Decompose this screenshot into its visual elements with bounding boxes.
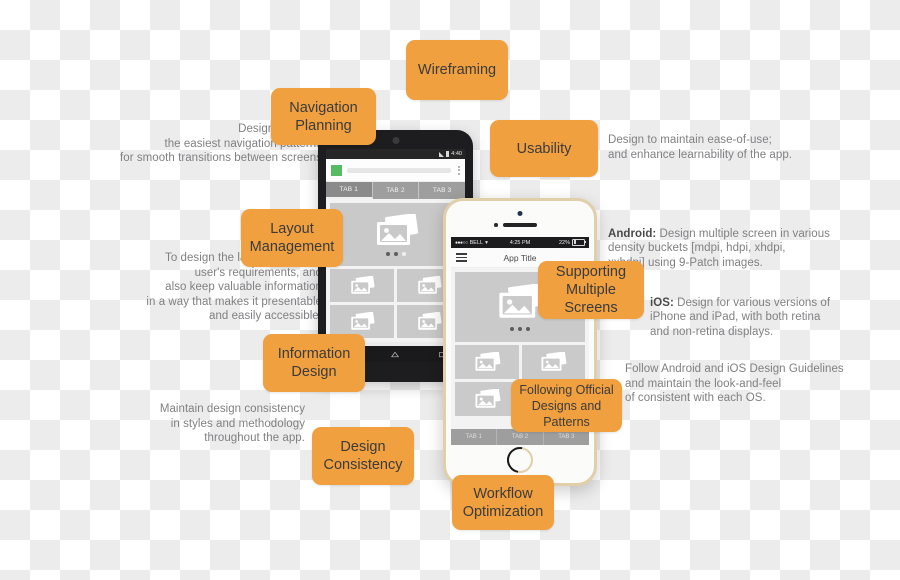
battery-icon: [572, 238, 587, 247]
android-clock: 4:40: [451, 151, 462, 157]
grid-cell[interactable]: [330, 269, 394, 302]
search-input[interactable]: [347, 167, 451, 173]
grid-cell[interactable]: [455, 345, 519, 379]
badge-design-consistency[interactable]: Design Consistency: [312, 427, 414, 485]
carrier-name: BELL: [469, 239, 484, 246]
image-placeholder-icon: [351, 276, 375, 294]
home-icon[interactable]: [390, 350, 400, 359]
iphone-tab-1[interactable]: TAB 1: [451, 429, 498, 445]
image-placeholder-icon: [418, 312, 442, 330]
hamburger-menu-icon[interactable]: [456, 253, 467, 262]
badge-information-design[interactable]: Information Design: [263, 334, 365, 392]
grid-cell[interactable]: [455, 382, 519, 416]
caption-ios-label: iOS:: [650, 296, 674, 309]
battery-percent: 22%: [559, 239, 571, 246]
iphone-clock: 4:25 PM: [509, 239, 531, 246]
android-image-grid: [330, 269, 461, 338]
iphone-front-camera: [517, 211, 523, 216]
iphone-status-bar: ●●●○○ BELL ▾ 4:25 PM 22%: [451, 237, 589, 248]
battery-indicator: 22%: [530, 238, 587, 247]
caption-ios: iOS: Design for various versions of iPho…: [650, 281, 850, 339]
caption-android: Android: Design multiple screen in vario…: [608, 212, 838, 270]
signal-icon: [439, 151, 445, 157]
android-front-camera: [392, 137, 399, 144]
iphone-home-button[interactable]: [507, 447, 533, 473]
android-tab-bar[interactable]: TAB 1 TAB 2 TAB 3: [326, 182, 465, 199]
caption-design-consistency: Maintain design consistency in styles an…: [159, 403, 305, 444]
iphone-sensor: [494, 223, 498, 227]
android-tab-2[interactable]: TAB 2: [373, 182, 420, 199]
badge-navigation-planning[interactable]: Navigation Planning: [271, 88, 376, 145]
image-placeholder-icon: [541, 352, 567, 371]
grid-cell[interactable]: [521, 345, 585, 379]
image-placeholder-icon: [475, 352, 501, 371]
android-tab-1[interactable]: TAB 1: [326, 182, 373, 199]
image-placeholder-icon: [475, 389, 501, 408]
caption-ios-text: Design for various versions of iPhone an…: [650, 296, 831, 338]
badge-usability[interactable]: Usability: [490, 120, 598, 177]
android-action-bar: [326, 159, 465, 182]
caption-guidelines: Follow Android and iOS Design Guidelines…: [625, 363, 844, 404]
caption-android-label: Android:: [608, 227, 657, 240]
image-placeholder-icon: [376, 213, 418, 245]
iphone-earpiece-speaker: [503, 223, 537, 227]
badge-following-official-designs[interactable]: Following Official Designs and Patterns: [511, 379, 622, 432]
carousel-dots[interactable]: [510, 326, 530, 331]
carousel-dots[interactable]: [385, 251, 406, 256]
carrier-indicator: ●●●○○ BELL ▾: [455, 240, 510, 246]
android-hero-carousel[interactable]: [330, 203, 461, 266]
badge-wireframing[interactable]: Wireframing: [406, 40, 508, 100]
badge-layout-management[interactable]: Layout Management: [241, 209, 343, 267]
caption-usability: Design to maintain ease-of-use; and enha…: [608, 134, 793, 161]
infographic-canvas: 4:40 TAB 1 TAB 2 TAB 3 ●●●○○ BELL ▾ 4:25…: [0, 0, 900, 580]
android-status-bar: 4:40: [326, 149, 465, 159]
image-placeholder-icon: [351, 312, 375, 330]
signal-dots-icon: ●●●○○: [455, 239, 468, 246]
wifi-icon: ▾: [485, 239, 488, 246]
battery-icon: [446, 151, 450, 157]
badge-supporting-multiple-screens[interactable]: Supporting Multiple Screens: [538, 261, 644, 319]
image-placeholder-icon: [418, 276, 442, 294]
badge-workflow-optimization[interactable]: Workflow Optimization: [452, 475, 554, 530]
iphone-mockup: ●●●○○ BELL ▾ 4:25 PM 22% App Title TAB 1…: [443, 198, 597, 486]
overflow-menu-icon[interactable]: [456, 165, 460, 175]
app-logo-icon: [331, 164, 342, 176]
android-tab-3[interactable]: TAB 3: [419, 182, 465, 199]
